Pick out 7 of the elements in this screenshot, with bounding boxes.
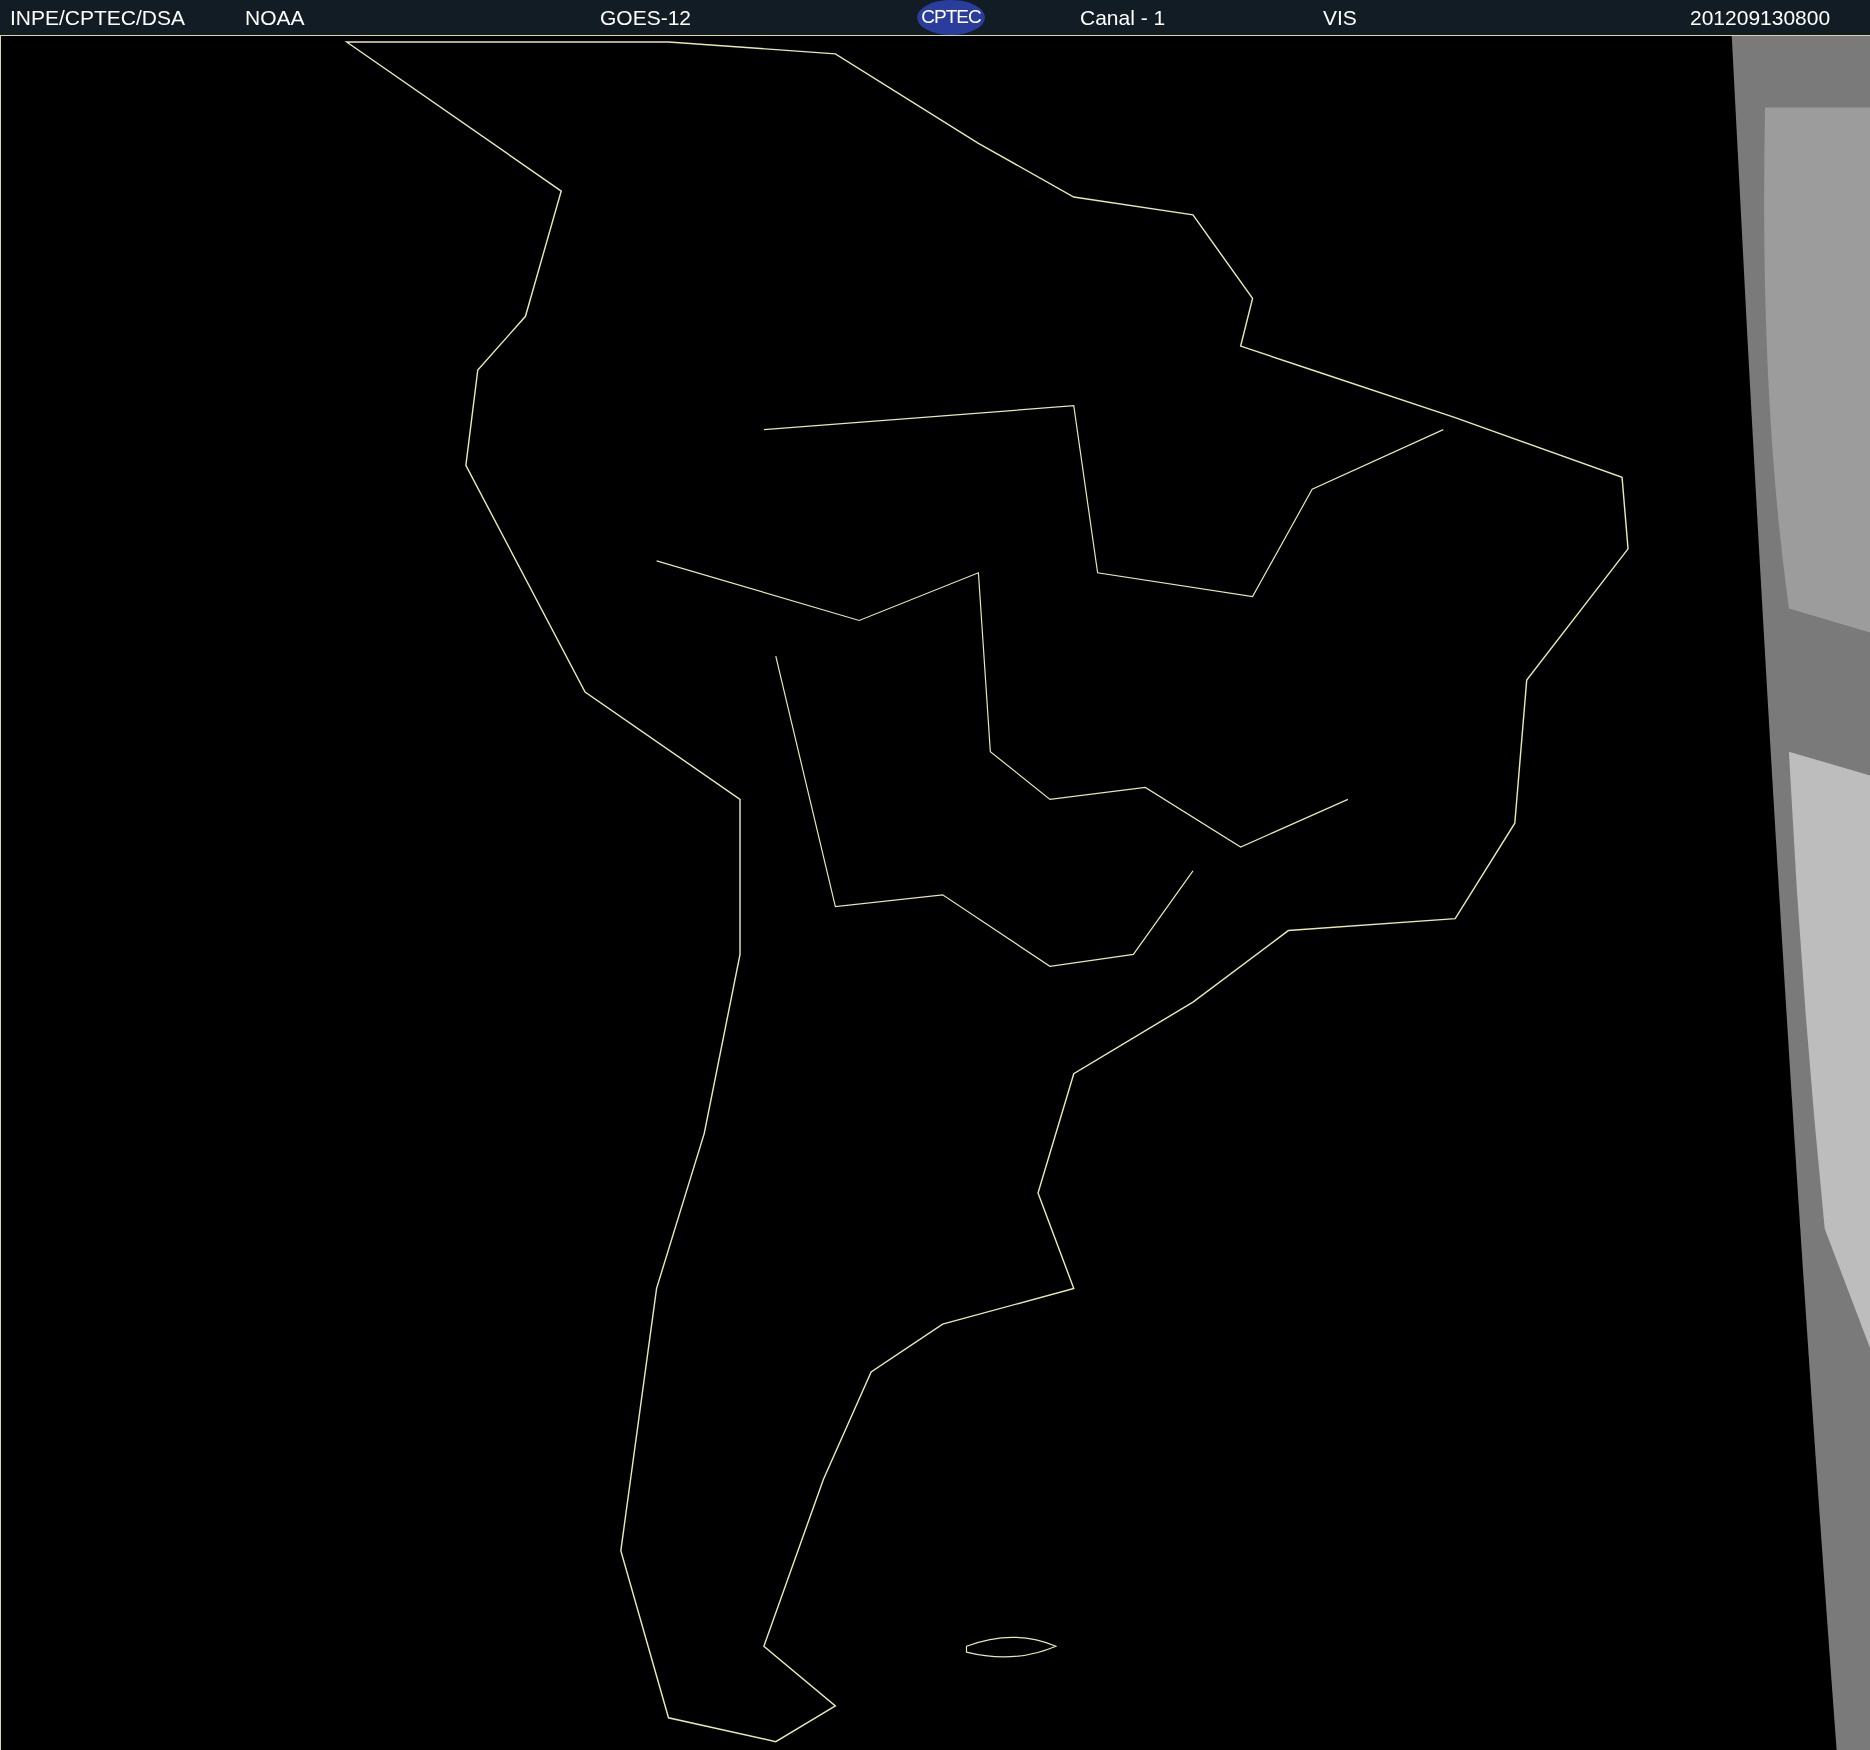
header-label: Canal - 1 [1080, 6, 1166, 30]
logo: CPTEC [917, 0, 985, 35]
header-label: INPE/CPTEC/DSA [10, 6, 186, 30]
header-label: 201209130800 [1690, 6, 1831, 30]
header-label: VIS [1323, 6, 1357, 30]
header-label: GOES-12 [600, 6, 692, 30]
header-label: NOAA [245, 6, 305, 30]
